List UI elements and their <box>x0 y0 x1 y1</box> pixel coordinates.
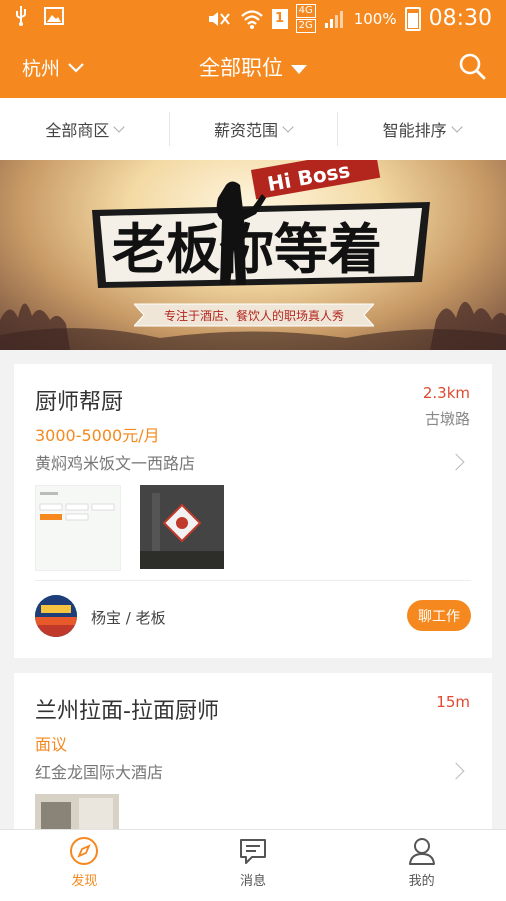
tab-discover-label: 发现 <box>71 874 98 889</box>
job-salary: 3000-5000元/月 <box>35 426 160 445</box>
search-button[interactable] <box>458 52 486 84</box>
battery-icon <box>404 6 421 31</box>
clock: 08:30 <box>428 6 492 31</box>
filter-salary[interactable]: 薪资范围 <box>168 98 338 160</box>
network-4g-label: 4G <box>295 4 316 18</box>
chevron-down-icon <box>451 121 463 133</box>
status-bar: 1 4G 2G 100% 08:30 <box>0 0 506 34</box>
divider <box>35 580 471 581</box>
job-photo[interactable] <box>35 794 119 833</box>
battery-percent: 100% <box>353 9 397 28</box>
compass-icon <box>70 837 99 865</box>
job-salary: 面议 <box>35 735 68 754</box>
filter-district-label: 全部商区 <box>45 121 110 140</box>
message-icon <box>240 839 266 864</box>
banner-title: 老板你等着 <box>112 218 382 281</box>
job-photo[interactable] <box>140 485 224 569</box>
filter-bar: 全部商区 薪资范围 智能排序 <box>0 98 506 161</box>
screenshot-thumbnail <box>39 492 115 521</box>
app-bar: 杭州 全部职位 <box>0 34 506 98</box>
tab-discover[interactable]: 发现 <box>0 830 169 901</box>
caret-down-icon <box>291 64 307 74</box>
usb-icon <box>16 6 26 26</box>
company-name: 黄焖鸡米饭文一西路店 <box>35 454 196 473</box>
photo-thumbnail <box>35 794 119 833</box>
promo-banner[interactable]: Hi Boss 老板你等着 专注于酒店、餐饮人的职场真人秀 <box>0 160 506 350</box>
photo-thumbnail <box>140 485 224 569</box>
filter-sort-label: 智能排序 <box>382 121 447 140</box>
chevron-down-icon <box>113 121 126 133</box>
chat-job-button[interactable]: 聊工作 <box>407 600 471 631</box>
tab-messages-label: 消息 <box>240 874 267 889</box>
boss-name: 杨宝 / 老板 <box>91 609 166 627</box>
mute-icon <box>208 11 230 26</box>
banner-slogan: 专注于酒店、餐饮人的职场真人秀 <box>163 309 344 323</box>
filter-sort[interactable]: 智能排序 <box>337 98 506 160</box>
network-2g-label: 2G <box>295 19 316 33</box>
search-icon <box>459 53 486 80</box>
job-category-dropdown[interactable]: 全部职位 <box>0 52 506 82</box>
job-photo[interactable] <box>35 485 121 571</box>
job-title: 厨师帮厨 <box>35 390 124 415</box>
company-name: 红金龙国际大酒店 <box>35 763 164 782</box>
tab-profile[interactable]: 我的 <box>337 830 506 901</box>
job-distance: 15m <box>436 693 470 711</box>
signal-icon <box>324 10 343 28</box>
tab-messages[interactable]: 消息 <box>169 830 338 901</box>
wifi-icon <box>240 9 263 29</box>
sim-icon: 1 <box>271 8 288 29</box>
job-card[interactable]: 兰州拉面-拉面厨师 15m 面议 红金龙国际大酒店 <box>14 673 492 833</box>
image-icon <box>44 7 64 25</box>
chevron-right-icon <box>447 762 465 780</box>
job-distance: 2.3km <box>422 384 470 402</box>
filter-salary-label: 薪资范围 <box>214 121 279 140</box>
network-indicator: 4G 2G <box>295 4 316 33</box>
bottom-tab-bar: 发现 消息 我的 <box>0 829 506 901</box>
person-icon <box>408 838 435 865</box>
avatar[interactable] <box>35 595 77 637</box>
job-area: 古墩路 <box>424 410 470 428</box>
page-title: 全部职位 <box>199 56 283 80</box>
filter-district[interactable]: 全部商区 <box>0 98 169 160</box>
chevron-down-icon <box>282 121 294 133</box>
job-title: 兰州拉面-拉面厨师 <box>35 699 219 724</box>
job-card[interactable]: 厨师帮厨 2.3km 古墩路 3000-5000元/月 黄焖鸡米饭文一西路店 杨… <box>14 364 492 658</box>
chevron-right-icon <box>447 453 465 471</box>
boss-avatar-image <box>35 595 77 637</box>
tab-profile-label: 我的 <box>408 874 435 889</box>
